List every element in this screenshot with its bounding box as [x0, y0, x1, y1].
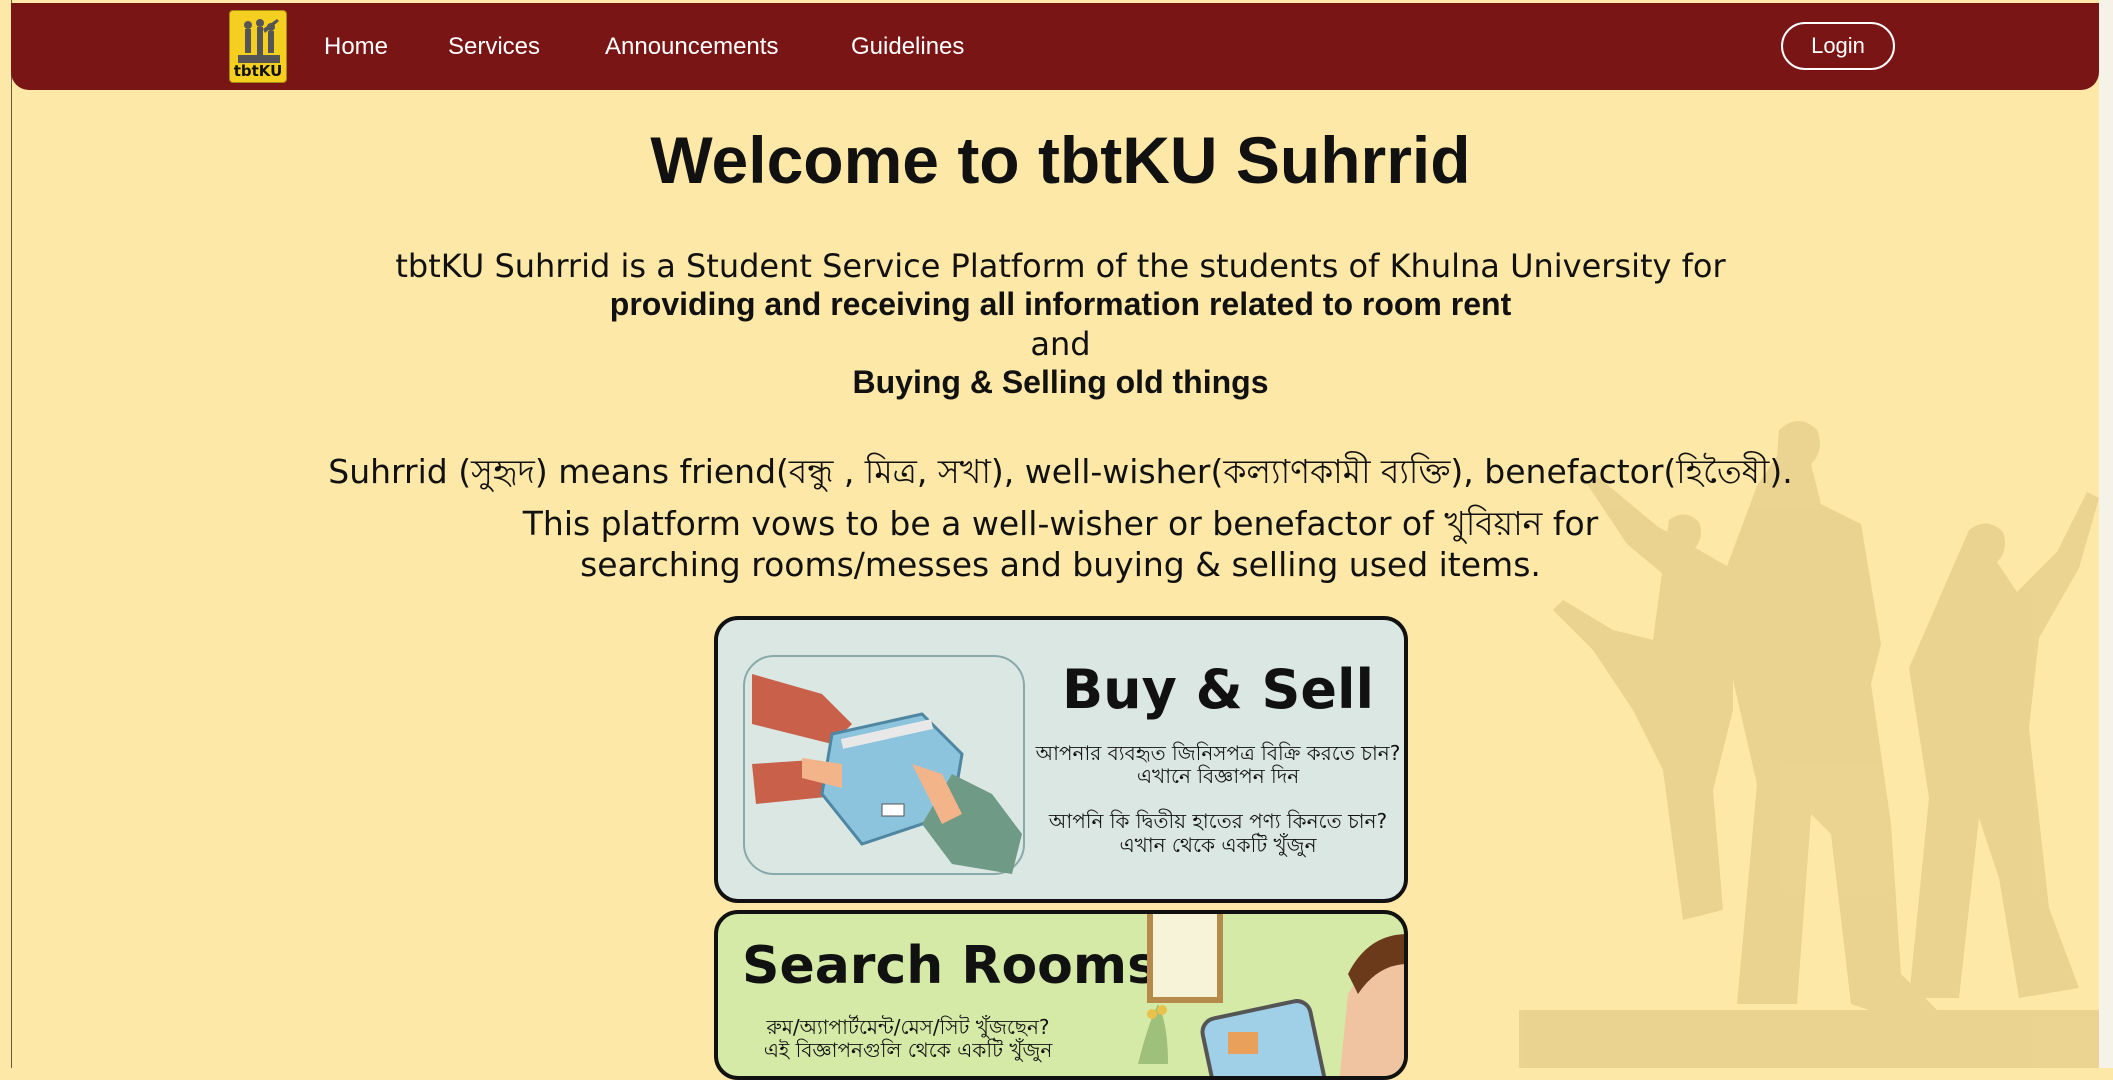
page-title: Welcome to tbtKU Suhrrid [650, 123, 1471, 197]
nav-home[interactable]: Home [324, 33, 388, 61]
handing-box-illustration [743, 655, 1025, 875]
nav-announcements[interactable]: Announcements [605, 33, 778, 61]
login-button[interactable]: Login [1781, 22, 1895, 70]
top-navbar: tbtKU Home Services Announcements Guidel… [11, 3, 2099, 90]
tbtku-logo[interactable]: tbtKU [229, 10, 287, 83]
logo-text: tbtKU [233, 62, 283, 80]
intro-line-3: and [1030, 325, 1091, 363]
room-search-illustration [1138, 914, 1404, 1076]
intro-line-2: providing and receiving all information … [609, 286, 1512, 322]
nav-guidelines[interactable]: Guidelines [851, 33, 964, 61]
buy-sell-title: Buy & Sell [1061, 658, 1375, 721]
buy-sell-card[interactable]: Buy & Sell আপনার ব্যবহৃত জিনিসপত্র বিক্র… [714, 616, 1408, 903]
statue-logo-icon [238, 19, 280, 63]
search-rooms-line-2: এই বিজ্ঞাপনগুলি থেকে একটি খুঁজুন [763, 1038, 1053, 1062]
intro-line-4: Buying & Selling old things [852, 364, 1269, 400]
buy-sell-line-4: এখান থেকে একটি খুঁজুন [1119, 833, 1317, 857]
meaning-line-1: Suhrrid (সুহৃদ) means friend(বন্ধু , মিত… [328, 452, 1793, 491]
search-rooms-title: Search Rooms [742, 936, 1159, 996]
intro-line-1: tbtKU Suhrrid is a Student Service Platf… [395, 247, 1726, 285]
buy-sell-line-2: এখানে বিজ্ঞাপন দিন [1136, 764, 1300, 788]
nav-services[interactable]: Services [448, 33, 540, 61]
search-rooms-card[interactable]: Search Rooms রুম/অ্যাপার্টমেন্ট/মেস/সিট … [714, 910, 1408, 1080]
meaning-line-3: searching rooms/messes and buying & sell… [580, 545, 1541, 584]
